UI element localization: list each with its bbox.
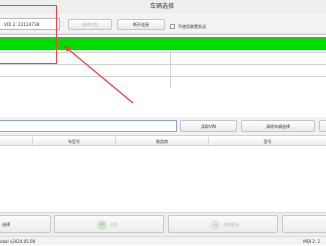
clear-vehicle-button[interactable]: 清除车辆选择 <box>241 120 315 132</box>
grid-row-divider <box>0 76 326 77</box>
select-button-label: 选择 <box>2 222 10 227</box>
vehicle-table-body <box>0 146 326 211</box>
read-vin-button[interactable]: 读取VIN <box>180 120 237 132</box>
annotation-highlight-box <box>0 5 57 64</box>
select-vehicle-button[interactable]: 选择车型 <box>68 19 112 30</box>
select-button[interactable]: 选择 <box>0 215 51 233</box>
file-button-label: 文件 <box>110 222 118 227</box>
no-device-checkbox-label: 不使用装置发送 <box>178 24 206 29</box>
login-icon <box>210 220 220 230</box>
vehicle-table-header: 车型号 制造商 型号 <box>0 135 326 146</box>
no-device-checkbox[interactable] <box>170 24 175 29</box>
vehicle-login-button[interactable]: 车辆登录 <box>168 215 278 233</box>
window-title: 车辆选择 <box>150 3 175 10</box>
status-bar: obal v2024.05.08 MDI 2: 2 <box>0 236 326 245</box>
file-icon <box>97 220 107 230</box>
extra-bottom-button[interactable] <box>282 215 326 233</box>
extra-button[interactable] <box>319 120 326 132</box>
vehicle-login-label: 车辆登录 <box>223 222 239 227</box>
vin-input[interactable] <box>0 120 177 132</box>
grid-row-divider <box>0 64 326 65</box>
grid-column-divider <box>170 50 171 88</box>
file-button[interactable]: 文件 <box>54 215 164 233</box>
open-connection-button[interactable]: 断开连接 <box>117 19 165 30</box>
